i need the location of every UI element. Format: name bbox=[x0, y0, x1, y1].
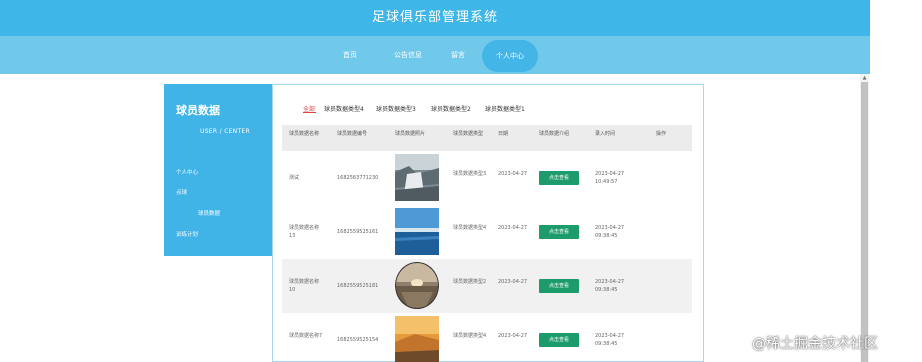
scrollbar-thumb[interactable] bbox=[861, 82, 868, 362]
main-panel: 全部 球员数据类型4 球员数据类型3 球员数据类型2 球员数据类型1 球员数据名… bbox=[272, 84, 704, 362]
active-tab-underline bbox=[303, 112, 316, 113]
nav-personal-center[interactable]: 个人中心 bbox=[482, 40, 538, 72]
tab-type-2[interactable]: 球员数据类型2 bbox=[431, 104, 471, 113]
player-photo-waterfall bbox=[395, 154, 439, 201]
cell-code: 1682563771230 bbox=[337, 175, 379, 181]
nav-home[interactable]: 首页 bbox=[338, 36, 362, 74]
player-photo-round-landscape bbox=[395, 262, 439, 309]
cell-name: 球员数据名称13 bbox=[289, 225, 320, 239]
cell-type: 球员数据类型4 bbox=[453, 225, 487, 231]
cell-date: 2023-04-27 bbox=[498, 333, 528, 339]
cell-date: 2023-04-27 bbox=[498, 279, 528, 285]
tab-type-1[interactable]: 球员数据类型1 bbox=[485, 104, 525, 113]
tab-type-3[interactable]: 球员数据类型3 bbox=[376, 104, 416, 113]
cell-date: 2023-04-27 bbox=[498, 171, 528, 177]
table-row: 球员数据名称10 1682559525181 球员数据类型2 2023-04-2… bbox=[282, 259, 692, 313]
cell-date: 2023-04-27 bbox=[498, 225, 528, 231]
sidebar-title: 球员数据 bbox=[176, 104, 220, 117]
cell-code: 1682559525154 bbox=[337, 337, 379, 343]
page: 足球俱乐部管理系统 首页 公告信息 留言 个人中心 ▲ 球员数据 USER / … bbox=[0, 0, 922, 362]
player-photo-sunset bbox=[395, 316, 439, 362]
th-intro: 球员数据介绍 bbox=[539, 131, 570, 137]
cell-type: 球员数据类型3 bbox=[453, 171, 487, 177]
sidebar-item-penalty[interactable]: 点球 bbox=[176, 188, 187, 196]
cell-type: 球员数据类型4 bbox=[453, 333, 487, 339]
cell-name: 球员数据名称7 bbox=[289, 333, 323, 339]
th-photo: 球员数据照片 bbox=[395, 131, 426, 137]
th-date: 日期 bbox=[498, 131, 509, 137]
sidebar-item-personal-center[interactable]: 个人中心 bbox=[176, 168, 198, 176]
sidebar-item-training-plan[interactable]: 训练计划 bbox=[176, 230, 198, 238]
cell-created: 2023-04-27 09:38:45 bbox=[595, 333, 625, 347]
th-type: 球员数据类型 bbox=[453, 131, 484, 137]
scroll-up-arrow-icon[interactable]: ▲ bbox=[861, 75, 868, 81]
sidebar: 球员数据 USER / CENTER 个人中心 点球 球员数据 训练计划 bbox=[164, 84, 272, 256]
nav-messages[interactable]: 留言 bbox=[447, 36, 469, 74]
th-name: 球员数据名称 bbox=[289, 131, 320, 137]
cell-created: 2023-04-27 10:49:57 bbox=[595, 171, 625, 185]
sidebar-item-player-data[interactable]: 球员数据 bbox=[198, 209, 220, 217]
table-row: 球员数据名称13 1682559525161 球员数据类型4 2023-04-2… bbox=[282, 205, 692, 259]
watermark-text: @稀土掘金技术社区 bbox=[752, 336, 878, 352]
cell-created: 2023-04-27 09:38:45 bbox=[595, 225, 625, 239]
view-details-button[interactable]: 点击查看 bbox=[539, 333, 579, 347]
nav-bar: 首页 公告信息 留言 bbox=[0, 36, 870, 74]
table-row: 球员数据名称7 1682559525154 球员数据类型4 2023-04-27… bbox=[282, 313, 692, 362]
table-header: 球员数据名称 球员数据编号 球员数据照片 球员数据类型 日期 球员数据介绍 录入… bbox=[282, 125, 692, 151]
nav-announcements[interactable]: 公告信息 bbox=[388, 36, 428, 74]
player-photo-sea bbox=[395, 208, 439, 255]
th-action: 操作 bbox=[656, 131, 667, 137]
cell-name: 球员数据名称10 bbox=[289, 279, 320, 293]
view-details-button[interactable]: 点击查看 bbox=[539, 279, 579, 293]
cell-type: 球员数据类型2 bbox=[453, 279, 487, 285]
tab-type-4[interactable]: 球员数据类型4 bbox=[324, 104, 364, 113]
th-created: 录入时间 bbox=[595, 131, 616, 137]
cell-code: 1682559525161 bbox=[337, 229, 379, 235]
site-title: 足球俱乐部管理系统 bbox=[371, 10, 498, 25]
cell-name: 测试 bbox=[289, 175, 300, 181]
table-row: 测试 1682563771230 球员数据类型3 2023-04-27 点击查看… bbox=[282, 151, 692, 205]
cell-code: 1682559525181 bbox=[337, 283, 379, 289]
th-code: 球员数据编号 bbox=[337, 131, 368, 137]
cell-created: 2023-04-27 09:38:45 bbox=[595, 279, 625, 293]
sidebar-subtitle: USER / CENTER bbox=[200, 128, 250, 135]
view-details-button[interactable]: 点击查看 bbox=[539, 171, 579, 185]
view-details-button[interactable]: 点击查看 bbox=[539, 225, 579, 239]
